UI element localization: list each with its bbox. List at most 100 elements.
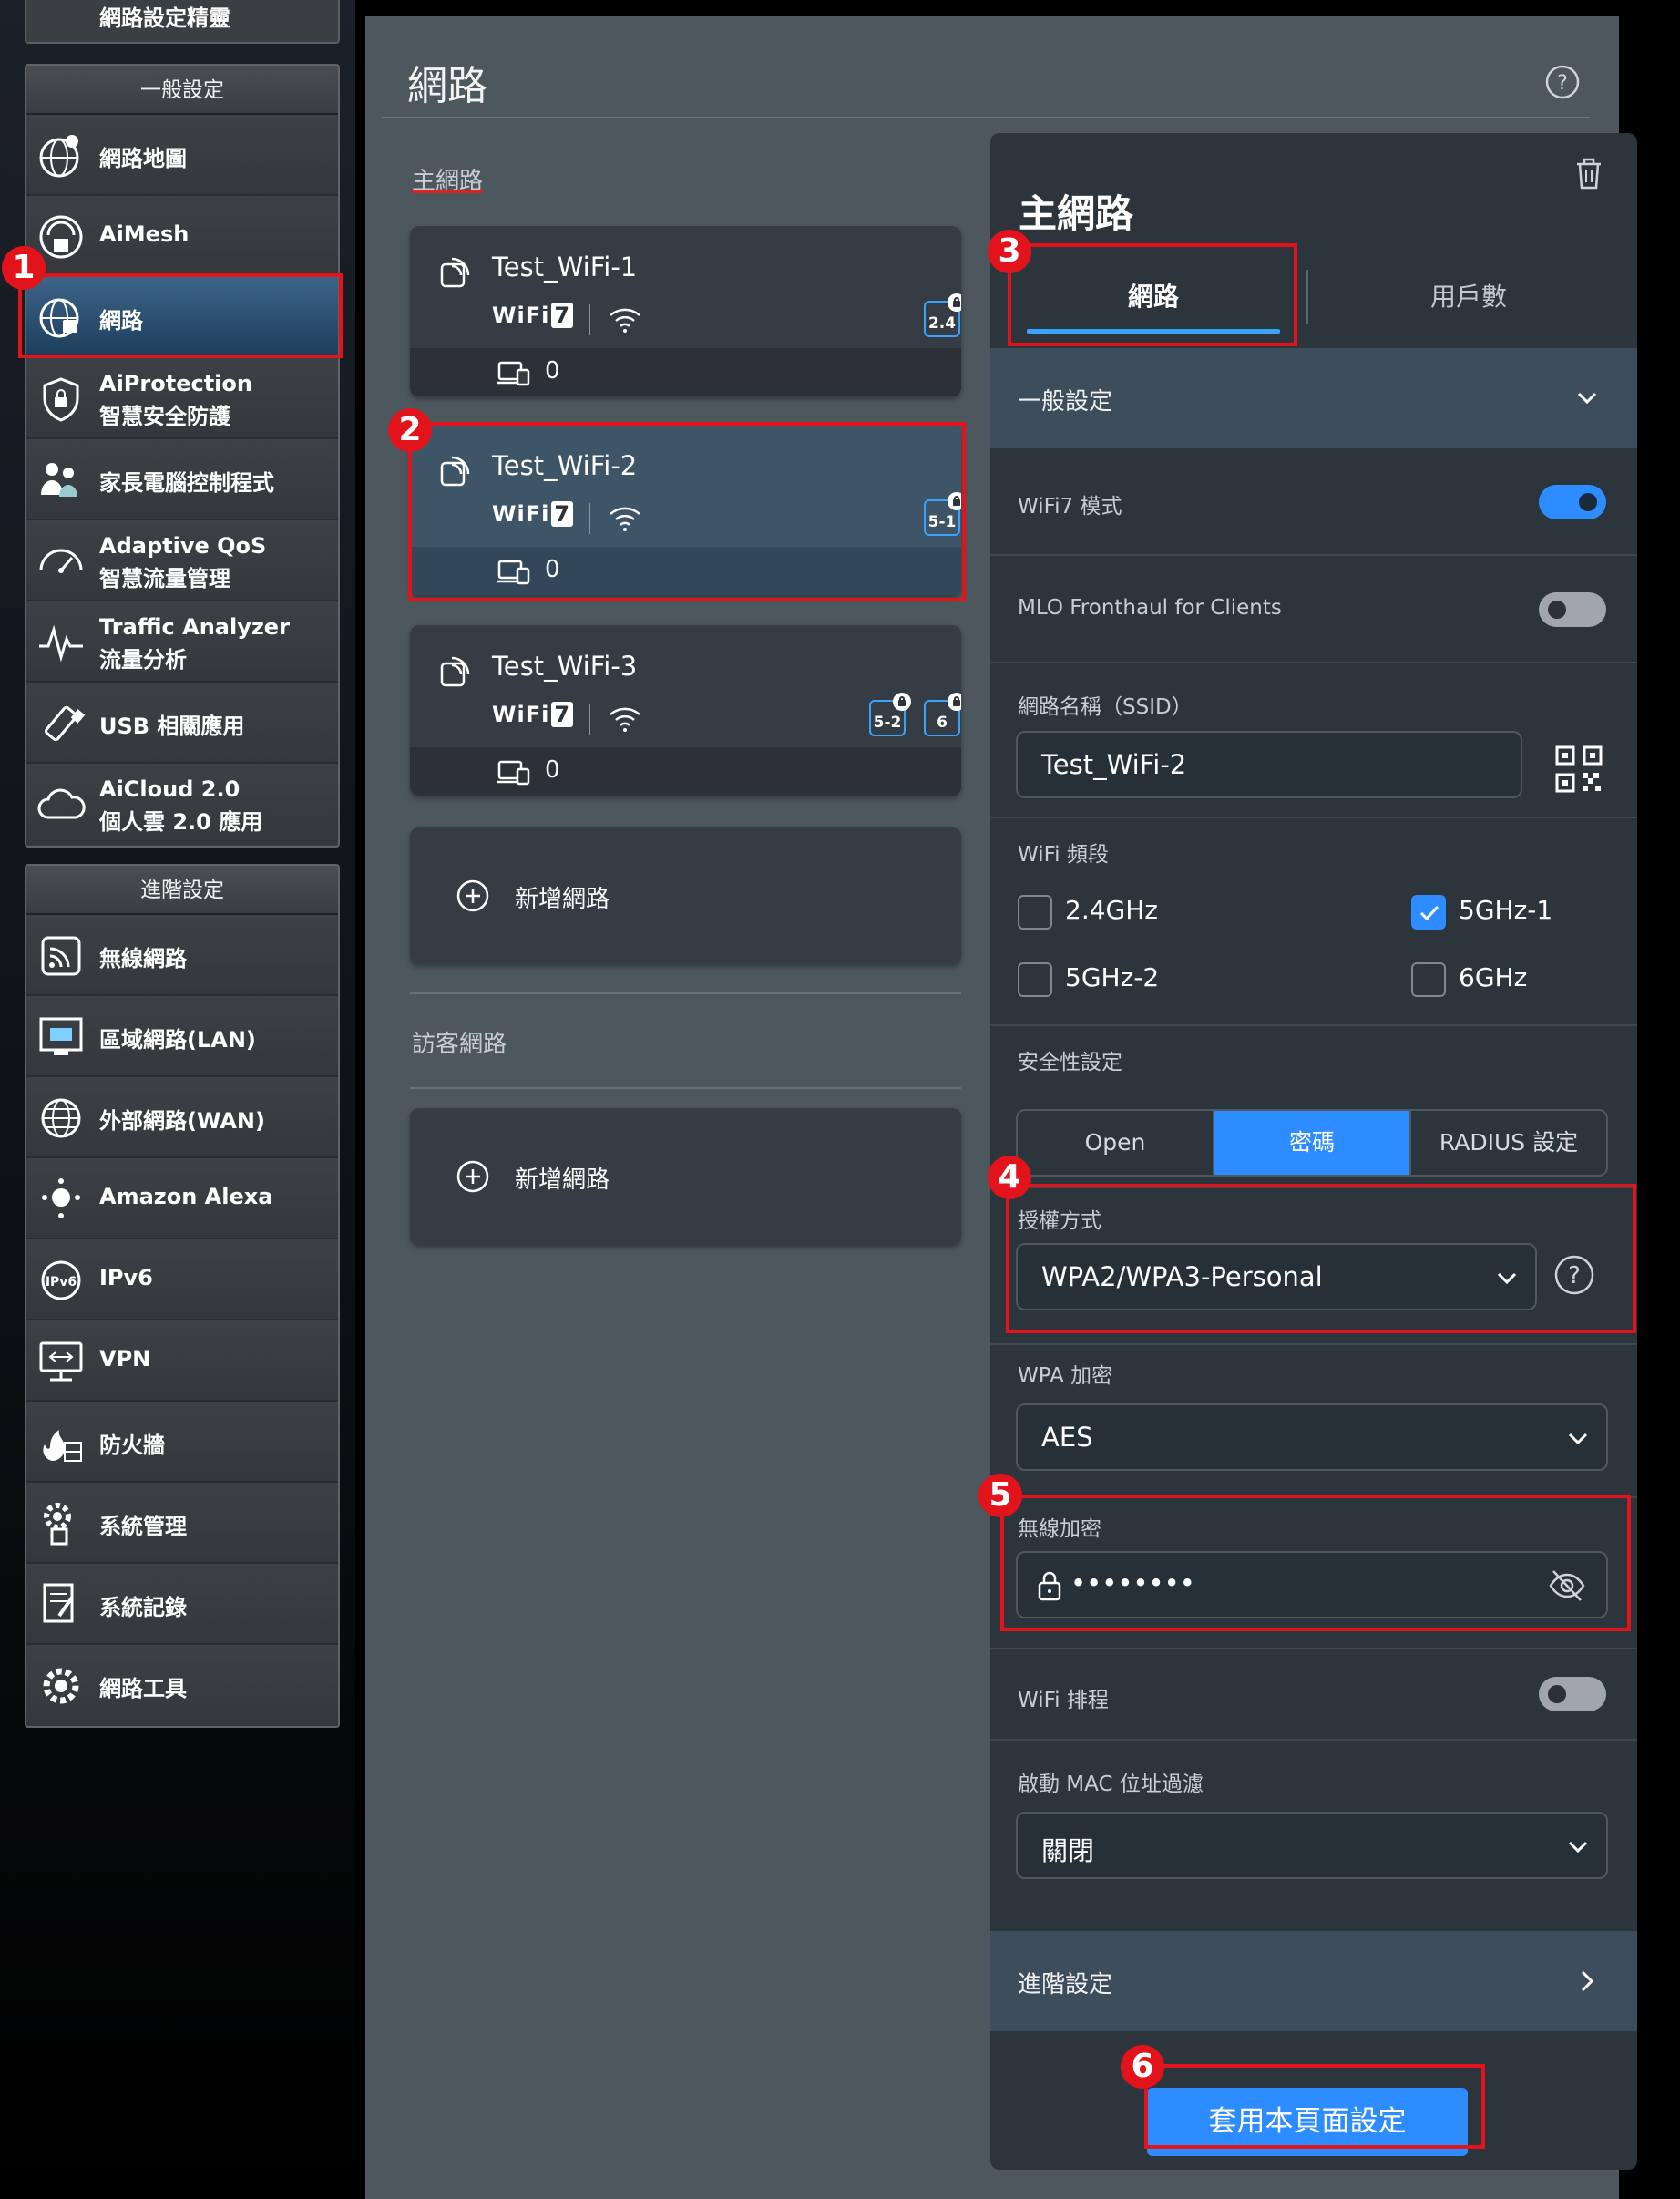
- sidebar-item-wan[interactable]: 外部網路(WAN): [26, 1077, 338, 1158]
- annotation-box-3: [1008, 243, 1297, 346]
- sidebar-item-wireless[interactable]: 無線網路: [26, 915, 338, 996]
- divider: [589, 704, 590, 735]
- add-network-label: 新增網路: [515, 1166, 610, 1194]
- speedometer-icon: [39, 549, 83, 573]
- advanced-settings-label: 進階設定: [1018, 1971, 1113, 1999]
- band-5g2-checkbox[interactable]: [1018, 962, 1052, 997]
- mac-filter-select[interactable]: 關閉: [1016, 1812, 1608, 1879]
- wifi-label: WiFi: [492, 702, 550, 727]
- lock-icon: [893, 693, 911, 711]
- chevron-down-icon: [1577, 392, 1597, 405]
- firewall-icon: [43, 1430, 82, 1462]
- wan-globe-icon: [41, 1098, 81, 1138]
- band-6g-checkbox[interactable]: [1411, 962, 1446, 997]
- sidebar-item-ipv6[interactable]: IPv6 IPv6: [26, 1239, 338, 1320]
- security-password-option[interactable]: 密碼: [1214, 1111, 1411, 1175]
- network-card-1[interactable]: Test_WiFi-1 WiFi 7 2.4 0: [410, 226, 961, 396]
- analyzer-icon: [39, 624, 83, 663]
- advanced-settings-row[interactable]: 進階設定: [990, 1931, 1637, 2031]
- band-2g-checkbox[interactable]: [1018, 895, 1052, 930]
- annotation-box-1: [18, 273, 343, 358]
- mlo-label: MLO Fronthaul for Clients: [1018, 596, 1282, 620]
- divider: [589, 304, 590, 335]
- security-radius-option[interactable]: RADIUS 設定: [1411, 1111, 1606, 1175]
- annotation-box-2: [408, 422, 966, 601]
- annotation-marker-6: 6: [1121, 2045, 1164, 2089]
- mlo-toggle[interactable]: [1539, 592, 1606, 627]
- sidebar-item-lan[interactable]: 區域網路(LAN): [26, 996, 338, 1077]
- wpa-encryption-value: AES: [1041, 1422, 1093, 1453]
- primary-network-underline: [412, 190, 483, 193]
- sidebar-item-parental-control[interactable]: 家長電腦控制程式: [26, 439, 338, 520]
- sidebar-item-sublabel: 個人雲 2.0 應用: [99, 809, 263, 835]
- sidebar-item-aiprotection[interactable]: AiProtection 智慧安全防護: [26, 358, 338, 439]
- chevron-right-icon: [1581, 1970, 1594, 1992]
- sidebar-item-label: Adaptive QoS: [99, 533, 267, 559]
- wifi-schedule-toggle[interactable]: [1539, 1677, 1606, 1711]
- wifi-schedule-label: WiFi 排程: [1018, 1689, 1109, 1712]
- tab-divider: [1306, 270, 1308, 324]
- band-label: 2.4: [927, 314, 957, 333]
- sidebar-item-label: USB 相關應用: [99, 714, 245, 739]
- security-segmented-control: Open 密碼 RADIUS 設定: [1016, 1109, 1608, 1177]
- sidebar-item-aicloud[interactable]: AiCloud 2.0 個人雲 2.0 應用: [26, 764, 338, 845]
- sidebar-item-aimesh[interactable]: AiMesh: [26, 196, 338, 277]
- sidebar-item-label: 區域網路(LAN): [99, 1027, 256, 1053]
- sidebar-item-label: Amazon Alexa: [99, 1184, 273, 1209]
- sidebar-item-usb[interactable]: USB 相關應用: [26, 683, 338, 764]
- sidebar-item-vpn[interactable]: VPN: [26, 1320, 338, 1402]
- wifi-band-label: WiFi 頻段: [1018, 843, 1109, 867]
- annotation-marker-2: 2: [388, 408, 432, 452]
- help-icon[interactable]: ?: [1544, 64, 1581, 100]
- wpa-encryption-row: WPA 加密 AES: [990, 1345, 1637, 1498]
- globe-map-icon: [39, 135, 79, 178]
- lock-icon: [948, 693, 961, 711]
- annotation-marker-4: 4: [988, 1156, 1031, 1199]
- ssid-row: 網路名稱（SSID） Test_WiFi-2: [990, 663, 1637, 818]
- family-icon: [41, 463, 77, 497]
- sidebar-item-setup-wizard[interactable]: 網路設定精靈: [25, 0, 340, 44]
- ssid-input[interactable]: Test_WiFi-2: [1016, 731, 1522, 798]
- network-card-icon: [440, 257, 470, 288]
- wifi7-mode-label: WiFi7 模式: [1018, 495, 1122, 519]
- sidebar-item-label: AiCloud 2.0: [99, 776, 241, 802]
- sidebar-item-label: 網路工具: [99, 1676, 187, 1701]
- sidebar-item-network-tools[interactable]: 網路工具: [26, 1645, 338, 1726]
- add-guest-network-button[interactable]: 新增網路: [410, 1108, 961, 1245]
- qr-code-icon[interactable]: [1553, 744, 1604, 795]
- tab-clients[interactable]: 用戶數: [1318, 270, 1619, 324]
- band-5g1-checkbox[interactable]: [1411, 895, 1446, 930]
- sidebar-item-firewall[interactable]: 防火牆: [26, 1402, 338, 1483]
- sidebar-item-administration[interactable]: 系統管理: [26, 1483, 338, 1564]
- security-open-option[interactable]: Open: [1018, 1111, 1214, 1175]
- sidebar-item-alexa[interactable]: Amazon Alexa: [26, 1158, 338, 1239]
- lan-icon: [39, 1017, 83, 1055]
- mlo-row: MLO Fronthaul for Clients: [990, 556, 1637, 663]
- sidebar-item-traffic-analyzer[interactable]: Traffic Analyzer 流量分析: [26, 601, 338, 683]
- section-divider: [410, 1087, 961, 1089]
- sidebar-item-label: IPv6: [99, 1265, 153, 1290]
- client-count: 0: [545, 357, 560, 385]
- trash-icon[interactable]: [1572, 155, 1606, 191]
- sidebar-item-label: AiProtection: [99, 371, 252, 396]
- log-icon: [43, 1583, 74, 1623]
- devices-icon: [497, 760, 530, 786]
- general-settings-accordion[interactable]: 一般設定: [990, 348, 1637, 448]
- sidebar-item-sublabel: 智慧安全防護: [99, 404, 230, 429]
- devices-icon: [497, 361, 530, 386]
- check-icon: [1419, 905, 1439, 921]
- add-network-button[interactable]: 新增網路: [410, 827, 961, 964]
- sidebar-item-label: VPN: [99, 1346, 151, 1372]
- sidebar-item-label: AiMesh: [99, 221, 190, 247]
- sidebar-item-system-log[interactable]: 系統記錄: [26, 1564, 338, 1645]
- sidebar-general-header: 一般設定: [26, 66, 338, 115]
- wifi7-mode-row: WiFi7 模式: [990, 448, 1637, 556]
- sidebar-item-label: Traffic Analyzer: [99, 614, 290, 640]
- wifi7-mode-toggle[interactable]: [1539, 485, 1606, 519]
- chevron-down-icon: [1568, 1433, 1588, 1445]
- wpa-encryption-select[interactable]: AES: [1016, 1403, 1608, 1471]
- band-2g-label: 2.4GHz: [1065, 895, 1158, 925]
- sidebar-item-network-map[interactable]: 網路地圖: [26, 115, 338, 196]
- network-card-3[interactable]: Test_WiFi-3 WiFi 7 5-2 6 0: [410, 625, 961, 796]
- sidebar-item-adaptive-qos[interactable]: Adaptive QoS 智慧流量管理: [26, 520, 338, 601]
